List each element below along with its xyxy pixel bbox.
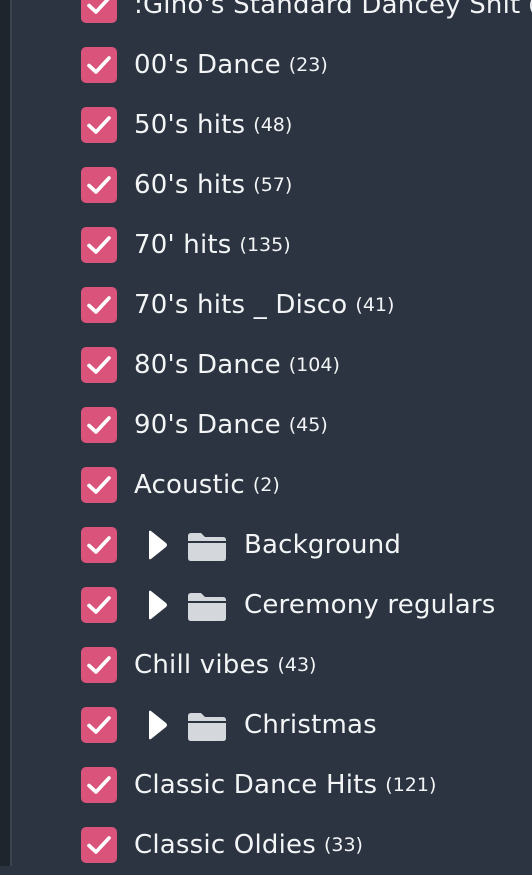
track-count: (48) xyxy=(253,114,293,136)
checkmark-icon xyxy=(87,836,111,854)
track-count: (121) xyxy=(385,774,437,796)
playlist-name: 70' hits xyxy=(134,230,232,260)
item-label[interactable]: Ceremony regulars xyxy=(244,575,496,635)
checkbox[interactable] xyxy=(81,707,117,743)
track-count: (23) xyxy=(288,54,328,76)
list-item[interactable]: Classic Oldies (33) xyxy=(0,815,532,875)
checkbox[interactable] xyxy=(81,407,117,443)
list-item[interactable]: 70's hits _ Disco (41) xyxy=(0,275,532,335)
track-count: (33) xyxy=(323,834,363,856)
list-item[interactable]: 60's hits (57) xyxy=(0,155,532,215)
checkmark-icon xyxy=(87,0,110,14)
item-label[interactable]: 50's hits (48) xyxy=(134,95,292,155)
checkbox[interactable] xyxy=(81,0,117,23)
checkbox[interactable] xyxy=(81,647,117,683)
item-label[interactable]: 70's hits _ Disco (41) xyxy=(134,275,394,335)
track-count: (104) xyxy=(288,354,340,376)
checkbox[interactable] xyxy=(81,107,117,143)
item-label[interactable]: 90's Dance (45) xyxy=(134,395,328,455)
track-count: (135) xyxy=(239,234,291,256)
item-label[interactable]: Background xyxy=(244,515,401,575)
item-label[interactable]: Christmas xyxy=(244,695,377,755)
item-label[interactable]: Classic Dance Hits (121) xyxy=(134,755,436,815)
checkmark-icon xyxy=(87,656,111,674)
track-count: (45) xyxy=(288,414,328,436)
item-label[interactable]: 60's hits (57) xyxy=(134,155,292,215)
checkmark-icon xyxy=(87,476,111,494)
list-item[interactable]: 70' hits (135) xyxy=(0,215,532,275)
checkbox[interactable] xyxy=(81,227,117,263)
list-item[interactable]: Chill vibes (43) xyxy=(0,635,532,695)
checkmark-icon xyxy=(87,296,111,314)
item-label[interactable]: :Gino's Standard Dancey Shit (1 xyxy=(134,0,532,35)
item-label[interactable]: 70' hits (135) xyxy=(134,215,291,275)
track-count: (57) xyxy=(253,174,293,196)
track-count: (1 xyxy=(528,0,532,16)
playlist-name: 00's Dance xyxy=(134,50,281,80)
caret-right-icon[interactable] xyxy=(143,588,171,622)
checkmark-icon xyxy=(87,716,111,734)
list-item[interactable]: 00's Dance (23) xyxy=(0,35,532,95)
checkbox[interactable] xyxy=(81,587,117,623)
checkbox[interactable] xyxy=(81,467,117,503)
checkmark-icon xyxy=(87,416,111,434)
list-item[interactable]: Classic Dance Hits (121) xyxy=(0,755,532,815)
item-label[interactable]: Classic Oldies (33) xyxy=(134,815,363,875)
folder-item[interactable]: Christmas xyxy=(0,695,532,755)
playlist-list: :Gino's Standard Dancey Shit (1 00's Dan… xyxy=(0,0,532,875)
checkbox[interactable] xyxy=(81,167,117,203)
checkmark-icon xyxy=(87,116,111,134)
folder-icon xyxy=(186,589,228,623)
playlist-name: Chill vibes xyxy=(134,650,270,680)
playlist-name: Acoustic xyxy=(134,470,245,500)
checkbox[interactable] xyxy=(81,767,117,803)
item-label[interactable]: Chill vibes (43) xyxy=(134,635,316,695)
playlist-name: 50's hits xyxy=(134,110,246,140)
checkmark-icon xyxy=(87,776,111,794)
caret-right-icon[interactable] xyxy=(143,528,171,562)
folder-name: Christmas xyxy=(244,710,377,740)
item-label[interactable]: 80's Dance (104) xyxy=(134,335,340,395)
playlist-name: 80's Dance xyxy=(134,350,281,380)
checkmark-icon xyxy=(87,596,111,614)
list-item[interactable]: :Gino's Standard Dancey Shit (1 xyxy=(0,0,532,35)
list-item[interactable]: 90's Dance (45) xyxy=(0,395,532,455)
playlist-name: :Gino's Standard Dancey Shit xyxy=(134,0,521,20)
playlist-name: Classic Oldies xyxy=(134,830,316,860)
playlist-name: 70's hits _ Disco xyxy=(134,290,348,320)
checkbox[interactable] xyxy=(81,827,117,863)
checkmark-icon xyxy=(87,176,111,194)
checkbox[interactable] xyxy=(81,527,117,563)
checkbox[interactable] xyxy=(81,47,117,83)
checkbox[interactable] xyxy=(81,347,117,383)
list-item[interactable]: 50's hits (48) xyxy=(0,95,532,155)
folder-name: Ceremony regulars xyxy=(244,590,496,620)
track-count: (43) xyxy=(277,654,317,676)
list-item[interactable]: 80's Dance (104) xyxy=(0,335,532,395)
folder-name: Background xyxy=(244,530,402,560)
item-label[interactable]: Acoustic (2) xyxy=(134,455,280,515)
playlist-name: Classic Dance Hits xyxy=(134,770,378,800)
caret-right-icon[interactable] xyxy=(143,708,171,742)
folder-item[interactable]: Ceremony regulars xyxy=(0,575,532,635)
folder-icon xyxy=(186,709,228,743)
checkmark-icon xyxy=(87,536,111,554)
checkmark-icon xyxy=(87,236,111,254)
checkbox[interactable] xyxy=(81,287,117,323)
track-count: (2) xyxy=(252,474,280,496)
folder-icon xyxy=(186,529,228,563)
checkmark-icon xyxy=(87,356,111,374)
item-label[interactable]: 00's Dance (23) xyxy=(134,35,328,95)
list-item[interactable]: Acoustic (2) xyxy=(0,455,532,515)
playlist-name: 90's Dance xyxy=(134,410,281,440)
folder-item[interactable]: Background xyxy=(0,515,532,575)
checkmark-icon xyxy=(87,56,111,74)
track-count: (41) xyxy=(355,294,395,316)
playlist-name: 60's hits xyxy=(134,170,246,200)
